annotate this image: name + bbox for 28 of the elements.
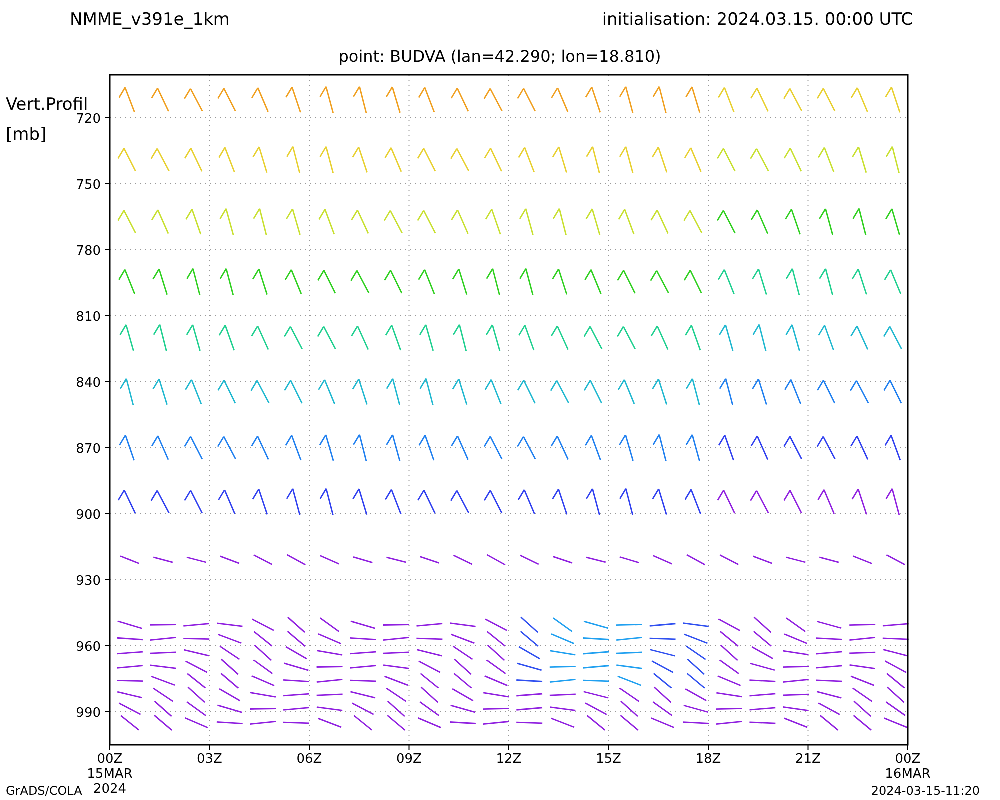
- x-date-label: 15MAR: [87, 767, 133, 782]
- y-tick-label: 990: [76, 706, 101, 721]
- y-tick-label: 960: [76, 640, 101, 655]
- y-axis-label: [mb]: [6, 125, 47, 145]
- x-tick-label: 00Z: [97, 752, 123, 767]
- x-tick-label: 00Z: [895, 752, 921, 767]
- x-tick-label: 18Z: [696, 752, 722, 767]
- y-tick-label: 810: [76, 310, 101, 325]
- y-tick-label: 720: [76, 112, 101, 127]
- initialisation-text: initialisation: 2024.03.15. 00:00 UTC: [602, 10, 913, 30]
- x-tick-label: 09Z: [396, 752, 422, 767]
- footer-credit: GrADS/COLA: [6, 784, 82, 798]
- x-tick-label: 12Z: [496, 752, 522, 767]
- y-tick-label: 780: [76, 244, 101, 259]
- x-tick-label: 21Z: [796, 752, 821, 767]
- x-date-label: 16MAR: [885, 767, 931, 782]
- x-tick-label: 15Z: [596, 752, 622, 767]
- y-tick-label: 750: [76, 178, 101, 193]
- model-title: NMME_v391e_1km: [70, 10, 230, 30]
- y-tick-label: 870: [76, 442, 101, 457]
- x-tick-label: 06Z: [296, 752, 322, 767]
- point-text: point: BUDVA (lan=42.290; lon=18.810): [338, 47, 662, 66]
- footer-timestamp: 2024-03-15-11:20: [871, 784, 980, 798]
- y-tick-label: 900: [76, 508, 101, 523]
- x-date-label: 2024: [93, 782, 127, 797]
- y-tick-label: 930: [76, 574, 101, 589]
- y-tick-label: 840: [76, 376, 101, 391]
- x-tick-label: 03Z: [197, 752, 222, 767]
